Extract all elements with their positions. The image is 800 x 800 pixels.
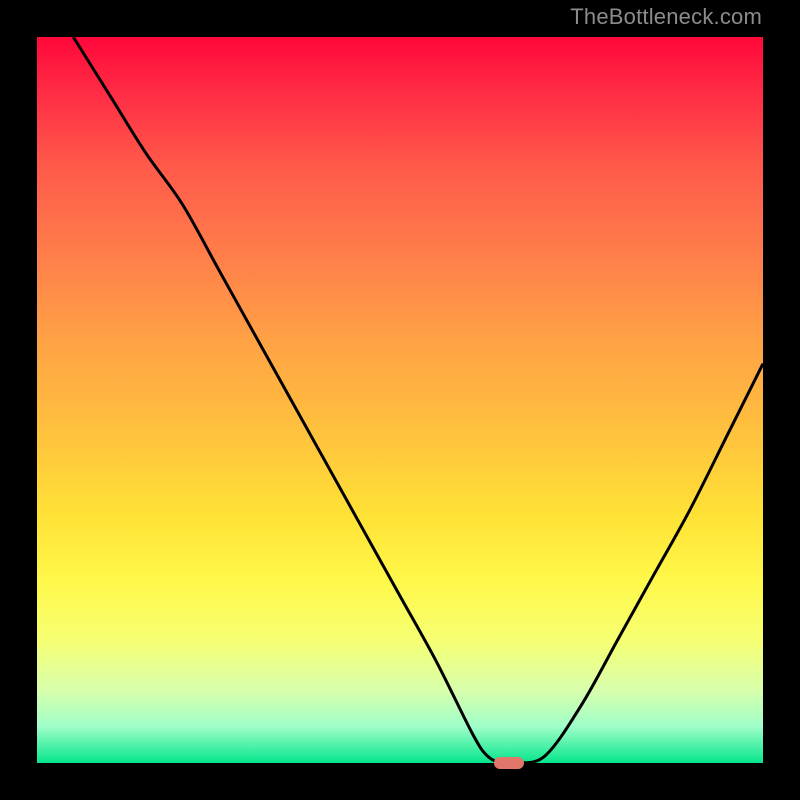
bottleneck-marker (494, 757, 524, 769)
watermark-text: TheBottleneck.com (570, 4, 762, 30)
chart-frame: TheBottleneck.com (0, 0, 800, 800)
curve-path (73, 37, 763, 763)
bottleneck-curve (37, 37, 763, 763)
plot-area (37, 37, 763, 763)
